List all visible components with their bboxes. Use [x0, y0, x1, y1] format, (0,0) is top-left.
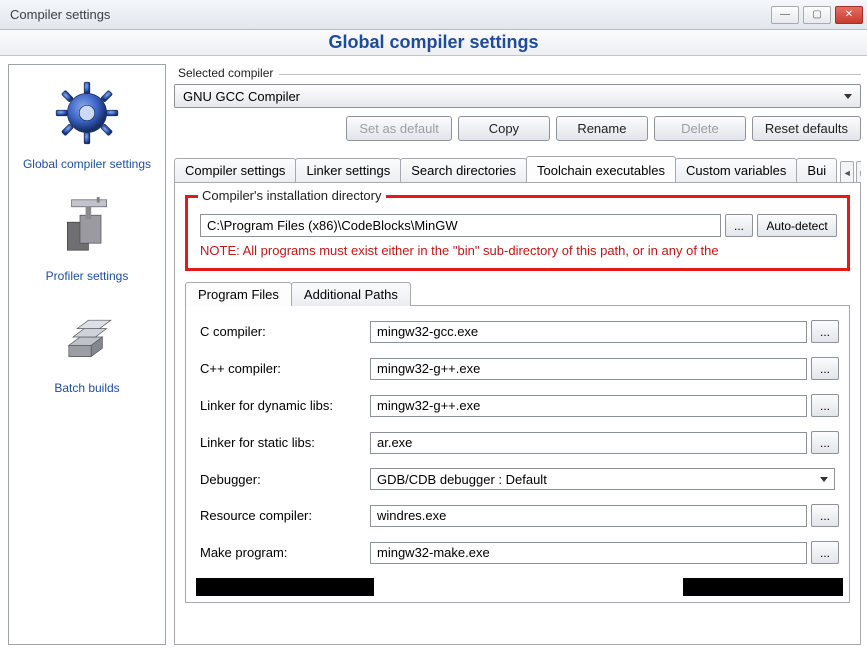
cpp-compiler-input[interactable]: mingw32-g++.exe — [370, 358, 807, 380]
debugger-select[interactable]: GDB/CDB debugger : Default — [370, 468, 835, 490]
compiler-select-value: GNU GCC Compiler — [183, 89, 300, 104]
sidebar-item-batch[interactable]: Batch builds — [11, 293, 163, 405]
browse-linker-dyn-button[interactable]: ... — [811, 394, 839, 417]
tab-custom-variables[interactable]: Custom variables — [675, 158, 797, 183]
reset-defaults-button[interactable]: Reset defaults — [752, 116, 861, 141]
program-files-pane: C compiler: mingw32-gcc.exe ... C++ comp… — [185, 306, 850, 603]
cpp-compiler-label: C++ compiler: — [200, 361, 370, 376]
linker-stat-label: Linker for static libs: — [200, 435, 370, 450]
window-close-button[interactable]: ✕ — [835, 6, 863, 24]
window-titlebar: Compiler settings — ▢ ✕ — [0, 0, 867, 30]
sidebar-item-label: Global compiler settings — [23, 157, 151, 171]
profiler-icon — [47, 185, 127, 265]
res-compiler-label: Resource compiler: — [200, 508, 370, 523]
auto-detect-button[interactable]: Auto-detect — [757, 214, 837, 237]
gear-icon — [47, 73, 127, 153]
linker-dyn-input[interactable]: mingw32-g++.exe — [370, 395, 807, 417]
make-label: Make program: — [200, 545, 370, 560]
c-compiler-input[interactable]: mingw32-gcc.exe — [370, 321, 807, 343]
install-note-text: NOTE: All programs must exist either in … — [200, 243, 837, 258]
rename-button[interactable]: Rename — [556, 116, 648, 141]
linker-stat-input[interactable]: ar.exe — [370, 432, 807, 454]
c-compiler-label: C compiler: — [200, 324, 370, 339]
make-input[interactable]: mingw32-make.exe — [370, 542, 807, 564]
batch-icon — [47, 297, 127, 377]
tab-compiler-settings[interactable]: Compiler settings — [174, 158, 296, 183]
install-path-input[interactable]: C:\Program Files (x86)\CodeBlocks\MinGW — [200, 214, 721, 237]
tab-linker-settings[interactable]: Linker settings — [295, 158, 401, 183]
redacted-block-left — [196, 578, 374, 596]
sidebar-item-profiler[interactable]: Profiler settings — [11, 181, 163, 293]
selected-compiler-label: Selected compiler — [178, 66, 273, 80]
tab-scroll-right-button[interactable]: ► — [856, 161, 861, 183]
set-default-button[interactable]: Set as default — [346, 116, 452, 141]
browse-cpp-compiler-button[interactable]: ... — [811, 357, 839, 380]
linker-dyn-label: Linker for dynamic libs: — [200, 398, 370, 413]
sidebar-item-label: Profiler settings — [46, 269, 129, 283]
window-minimize-button[interactable]: — — [771, 6, 799, 24]
main-tabstrip: Compiler settings Linker settings Search… — [174, 155, 861, 183]
debugger-label: Debugger: — [200, 472, 370, 487]
window-title: Compiler settings — [10, 7, 767, 22]
install-directory-legend: Compiler's installation directory — [198, 188, 386, 203]
tab-scroll-left-button[interactable]: ◄ — [840, 161, 854, 183]
browse-res-compiler-button[interactable]: ... — [811, 504, 839, 527]
browse-c-compiler-button[interactable]: ... — [811, 320, 839, 343]
page-header: Global compiler settings — [0, 30, 867, 56]
res-compiler-input[interactable]: windres.exe — [370, 505, 807, 527]
window-maximize-button[interactable]: ▢ — [803, 6, 831, 24]
sidebar-item-compiler[interactable]: Global compiler settings — [11, 69, 163, 181]
tab-search-directories[interactable]: Search directories — [400, 158, 527, 183]
delete-button[interactable]: Delete — [654, 116, 746, 141]
category-sidebar: Global compiler settings Profiler settin… — [8, 64, 166, 645]
subtab-program-files[interactable]: Program Files — [185, 282, 292, 306]
install-directory-group: Compiler's installation directory C:\Pro… — [185, 195, 850, 271]
redacted-block-right — [683, 578, 843, 596]
tab-toolchain-executables[interactable]: Toolchain executables — [526, 156, 676, 183]
page-title: Global compiler settings — [328, 32, 538, 53]
browse-install-path-button[interactable]: ... — [725, 214, 753, 237]
sidebar-item-label: Batch builds — [54, 381, 119, 395]
subtab-additional-paths[interactable]: Additional Paths — [291, 282, 411, 306]
divider — [279, 74, 861, 75]
browse-linker-stat-button[interactable]: ... — [811, 431, 839, 454]
toolchain-tab-pane: Compiler's installation directory C:\Pro… — [174, 183, 861, 645]
programs-subtabs: Program Files Additional Paths — [185, 281, 850, 306]
compiler-select[interactable]: GNU GCC Compiler — [174, 84, 861, 108]
browse-make-button[interactable]: ... — [811, 541, 839, 564]
tab-build-options-truncated[interactable]: Bui — [796, 158, 837, 183]
copy-button[interactable]: Copy — [458, 116, 550, 141]
